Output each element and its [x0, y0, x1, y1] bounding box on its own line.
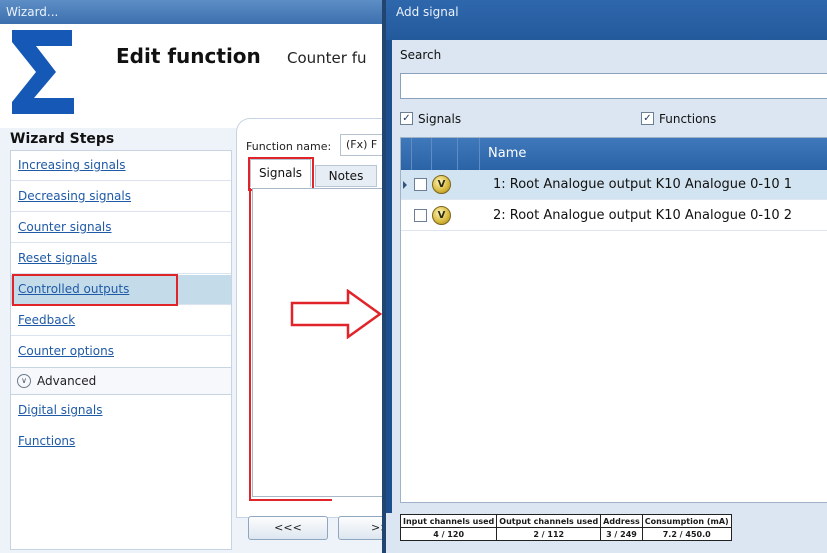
output-channels-label: Output channels used	[496, 514, 602, 528]
wizard-header: Edit function Counter fu	[0, 24, 382, 128]
step-decreasing-signals[interactable]: Decreasing signals	[11, 182, 231, 212]
address-value: 3 / 249	[600, 527, 643, 541]
step-functions[interactable]: Functions	[11, 427, 231, 457]
highlight-box	[248, 157, 314, 191]
step-label[interactable]: Counter signals	[18, 220, 112, 234]
table-row[interactable]: V 1: Root Analogue output K10 Analogue 0…	[401, 170, 827, 200]
analogue-signal-icon: V	[432, 206, 451, 225]
step-label[interactable]: Functions	[18, 434, 75, 448]
signals-filter-checkbox[interactable]: ✓	[400, 112, 413, 125]
row-name: 2: Root Analogue output K10 Analogue 0-1…	[493, 208, 793, 223]
add-signal-dialog: Add signal Search ✓ Signals ✓ Functions …	[382, 0, 827, 553]
signals-grid: Name V 1: Root Analogue output K10 Analo…	[400, 137, 827, 503]
column-header-name[interactable]: Name	[488, 146, 526, 161]
output-channels-value: 2 / 112	[496, 527, 602, 541]
chevron-down-icon[interactable]: ∨	[17, 374, 31, 388]
highlight-box	[12, 274, 178, 306]
advanced-label[interactable]: Advanced	[37, 374, 96, 388]
grid-header: Name	[401, 138, 827, 170]
step-increasing-signals[interactable]: Increasing signals	[11, 151, 231, 181]
advanced-section-toggle[interactable]: ∨ Advanced	[11, 367, 231, 395]
function-name-field[interactable]: (Fx) F	[340, 134, 382, 156]
wizard-titlebar: Wizard...	[0, 0, 382, 24]
address-label: Address	[600, 514, 643, 528]
grid-header-type[interactable]	[432, 138, 458, 170]
input-channels-label: Input channels used	[399, 514, 498, 528]
step-label[interactable]: Feedback	[18, 313, 75, 327]
next-button[interactable]: >>	[338, 516, 382, 540]
row-pointer-icon	[403, 181, 407, 189]
page-title: Edit function	[116, 44, 261, 68]
tab-notes[interactable]: Notes	[315, 165, 377, 187]
grid-header-select[interactable]	[412, 138, 432, 170]
step-label[interactable]: Reset signals	[18, 251, 97, 265]
step-label[interactable]: Increasing signals	[18, 158, 126, 172]
step-counter-signals[interactable]: Counter signals	[11, 213, 231, 243]
arrow-right-icon	[290, 289, 382, 339]
dialog-titlebar: Add signal	[386, 0, 827, 40]
wizard-window: Wizard... Edit function Counter fu Wizar…	[0, 0, 382, 553]
signals-filter-label[interactable]: Signals	[418, 112, 461, 126]
input-channels-value: 4 / 120	[399, 527, 498, 541]
row-checkbox[interactable]	[414, 178, 427, 191]
highlight-box	[249, 188, 332, 501]
grid-header-spacer	[458, 138, 480, 170]
wizard-steps-list: Increasing signals Decreasing signals Co…	[10, 150, 232, 550]
row-checkbox[interactable]	[414, 209, 427, 222]
grid-header-indicator	[401, 138, 412, 170]
row-name: 1: Root Analogue output K10 Analogue 0-1…	[493, 177, 793, 192]
step-label[interactable]: Digital signals	[18, 403, 102, 417]
step-feedback[interactable]: Feedback	[11, 306, 231, 336]
functions-filter-checkbox[interactable]: ✓	[641, 112, 654, 125]
search-label: Search	[400, 48, 442, 62]
search-input[interactable]	[400, 73, 827, 99]
step-label[interactable]: Counter options	[18, 344, 114, 358]
consumption-value: 7.2 / 450.0	[641, 527, 732, 541]
step-reset-signals[interactable]: Reset signals	[11, 244, 231, 274]
wizard-steps-title: Wizard Steps	[10, 131, 115, 147]
page-subtitle: Counter fu	[287, 49, 367, 67]
dialog-body: Search ✓ Signals ✓ Functions Name V 1: R…	[392, 40, 827, 513]
analogue-signal-icon: V	[432, 175, 451, 194]
function-name-label: Function name:	[246, 140, 332, 153]
resource-status-table: Input channels used Output channels used…	[399, 514, 732, 541]
step-label[interactable]: Decreasing signals	[18, 189, 131, 203]
sigma-icon	[12, 30, 74, 114]
table-row[interactable]: V 2: Root Analogue output K10 Analogue 0…	[401, 201, 827, 231]
step-digital-signals[interactable]: Digital signals	[11, 396, 231, 426]
consumption-label: Consumption (mA)	[641, 514, 732, 528]
step-counter-options[interactable]: Counter options	[11, 337, 231, 367]
functions-filter-label[interactable]: Functions	[659, 112, 716, 126]
previous-button[interactable]: <<<	[248, 516, 328, 540]
